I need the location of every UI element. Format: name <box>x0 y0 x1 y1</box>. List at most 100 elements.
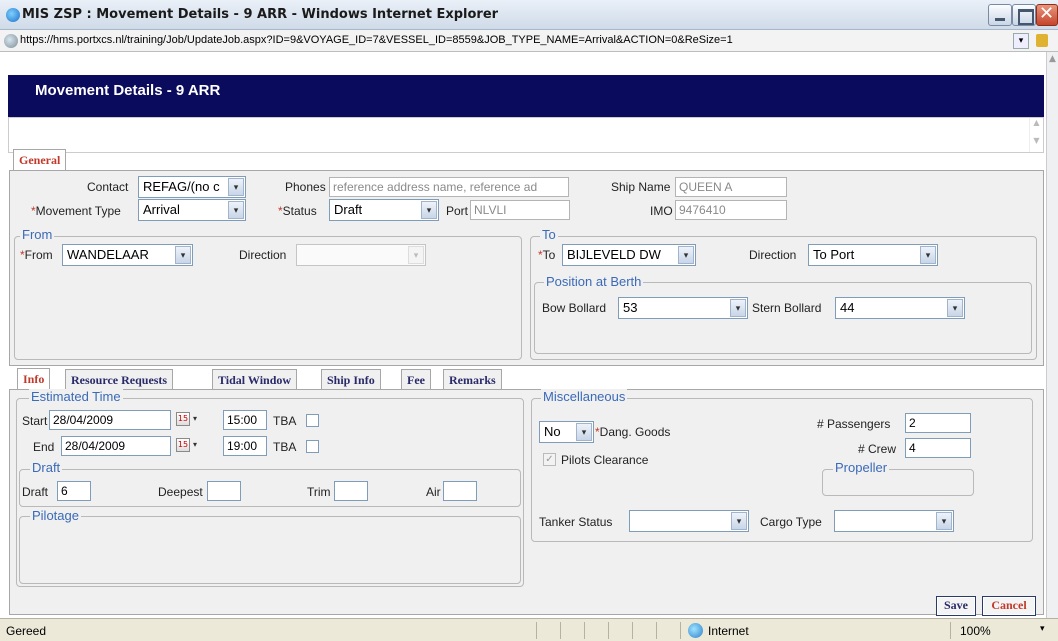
status-divider <box>680 622 681 639</box>
lock-icon[interactable] <box>1036 34 1048 47</box>
chevron-down-icon[interactable]: ▾ <box>191 412 199 426</box>
tab-ship-info[interactable]: Ship Info <box>321 369 381 389</box>
page-icon <box>4 34 18 48</box>
chevron-down-icon[interactable]: ▾ <box>421 201 437 219</box>
phones-field[interactable]: reference address name, reference ad <box>329 177 569 197</box>
chevron-down-icon[interactable]: ▾ <box>191 438 199 452</box>
status-label: *Status <box>278 204 317 218</box>
contact-select[interactable]: REFAG/(no c ▾ <box>138 176 246 198</box>
status-bar: Gereed Internet 100% ▾ <box>0 618 1058 641</box>
end-time-field[interactable]: 19:00 <box>223 436 267 456</box>
movement-type-label: *Movement Type <box>31 204 121 218</box>
draft-legend: Draft <box>30 460 63 475</box>
propeller-legend: Propeller <box>833 460 890 475</box>
draft-field[interactable]: 6 <box>57 481 91 501</box>
status-select[interactable]: Draft ▾ <box>329 199 439 221</box>
passengers-label: # Passengers <box>817 417 891 431</box>
pilots-clearance-checkbox[interactable]: ✓ <box>543 453 556 466</box>
chevron-down-icon[interactable]: ▾ <box>730 299 746 317</box>
crew-label: # Crew <box>858 442 897 456</box>
end-tba-label: TBA <box>273 440 297 454</box>
page-header: Movement Details - 9 ARR <box>8 75 1044 117</box>
start-date-field[interactable]: 28/04/2009 <box>49 410 171 430</box>
bow-bollard-select[interactable]: 53 ▾ <box>618 297 748 319</box>
from-direction-select[interactable]: ▾ <box>296 244 426 266</box>
status-divider <box>584 622 585 639</box>
pilotage-legend: Pilotage <box>30 508 81 523</box>
from-select[interactable]: WANDELAAR ▾ <box>62 244 193 266</box>
ie-icon <box>6 8 20 22</box>
minimize-button[interactable] <box>988 4 1012 26</box>
chevron-down-icon[interactable]: ▾ <box>1040 624 1045 634</box>
pilotage-fieldset <box>19 516 521 584</box>
deepest-field[interactable] <box>207 481 241 501</box>
tanker-status-label: Tanker Status <box>539 515 613 529</box>
air-field[interactable] <box>443 481 477 501</box>
save-button[interactable]: Save <box>936 596 976 616</box>
zoom-level[interactable]: 100% <box>960 624 991 638</box>
calendar-icon[interactable]: 15 <box>176 438 190 452</box>
calendar-icon[interactable]: 15 <box>176 412 190 426</box>
page-title: Movement Details - 9 ARR <box>35 82 221 99</box>
tab-fee[interactable]: Fee <box>401 369 431 389</box>
tab-general[interactable]: General <box>13 149 67 171</box>
start-tba-checkbox[interactable] <box>306 414 319 427</box>
chevron-down-icon[interactable]: ▾ <box>576 423 592 441</box>
to-direction-label: Direction <box>749 248 797 262</box>
end-tba-checkbox[interactable] <box>306 440 319 453</box>
trim-field[interactable] <box>334 481 368 501</box>
security-zone[interactable]: Internet <box>708 624 749 638</box>
tab-remarks[interactable]: Remarks <box>443 369 502 389</box>
deepest-label: Deepest <box>158 485 203 499</box>
chevron-down-icon[interactable]: ▾ <box>678 246 694 264</box>
ship-name-field[interactable]: QUEEN A <box>675 177 787 197</box>
tab-tidal-window[interactable]: Tidal Window <box>212 369 298 389</box>
chevron-down-icon[interactable]: ▾ <box>947 299 963 317</box>
to-label: *To <box>538 248 556 262</box>
movement-type-select[interactable]: Arrival ▾ <box>138 199 246 221</box>
chevron-down-icon[interactable]: ▾ <box>1013 33 1029 49</box>
close-button[interactable]: ✕ <box>1036 3 1058 26</box>
contact-label: Contact <box>87 180 129 194</box>
chevron-down-icon[interactable]: ▾ <box>936 512 952 530</box>
maximize-button[interactable] <box>1012 4 1036 26</box>
air-label: Air <box>426 485 441 499</box>
to-legend: To <box>540 227 558 242</box>
end-date-field[interactable]: 28/04/2009 <box>61 436 171 456</box>
start-time-field[interactable]: 15:00 <box>223 410 267 430</box>
chevron-down-icon[interactable]: ▾ <box>228 201 244 219</box>
page-scrollbar[interactable]: ▲ <box>1046 52 1058 618</box>
berth-legend: Position at Berth <box>544 274 644 289</box>
cancel-button[interactable]: Cancel <box>982 596 1036 616</box>
chevron-down-icon[interactable]: ▾ <box>731 512 747 530</box>
window-title-bar: MIS ZSP : Movement Details - 9 ARR - Win… <box>0 0 1058 30</box>
chevron-down-icon[interactable]: ▾ <box>920 246 936 264</box>
imo-label: IMO <box>650 204 673 218</box>
message-area: ▲ ▼ <box>8 117 1044 153</box>
status-divider <box>656 622 657 639</box>
tanker-status-select[interactable]: ▾ <box>629 510 749 532</box>
dang-goods-select[interactable]: No ▾ <box>539 421 594 443</box>
window-title: MIS ZSP : Movement Details - 9 ARR - Win… <box>22 7 499 22</box>
chevron-down-icon[interactable]: ▾ <box>228 178 244 196</box>
to-direction-select[interactable]: To Port ▾ <box>808 244 938 266</box>
passengers-field[interactable]: 2 <box>905 413 971 433</box>
message-scrollbar[interactable]: ▲ ▼ <box>1029 118 1043 152</box>
close-icon: ✕ <box>1039 3 1055 24</box>
cargo-type-select[interactable]: ▾ <box>834 510 954 532</box>
scroll-up-icon[interactable]: ▲ <box>1047 54 1058 68</box>
tab-info[interactable]: Info <box>17 368 51 390</box>
url-field[interactable]: https://hms.portxcs.nl/training/Job/Upda… <box>20 34 733 46</box>
end-label: End <box>33 440 55 454</box>
from-legend: From <box>20 227 55 242</box>
chevron-down-icon[interactable]: ▾ <box>175 246 191 264</box>
stern-bollard-label: Stern Bollard <box>752 301 822 315</box>
ship-name-label: Ship Name <box>611 180 671 194</box>
stern-bollard-select[interactable]: 44 ▾ <box>835 297 965 319</box>
crew-field[interactable]: 4 <box>905 438 971 458</box>
to-select[interactable]: BIJLEVELD DW ▾ <box>562 244 696 266</box>
tab-resource-requests[interactable]: Resource Requests <box>65 369 174 389</box>
chevron-down-icon[interactable]: ▾ <box>408 246 424 264</box>
port-field[interactable]: NLVLI <box>470 200 570 220</box>
imo-field[interactable]: 9476410 <box>675 200 787 220</box>
